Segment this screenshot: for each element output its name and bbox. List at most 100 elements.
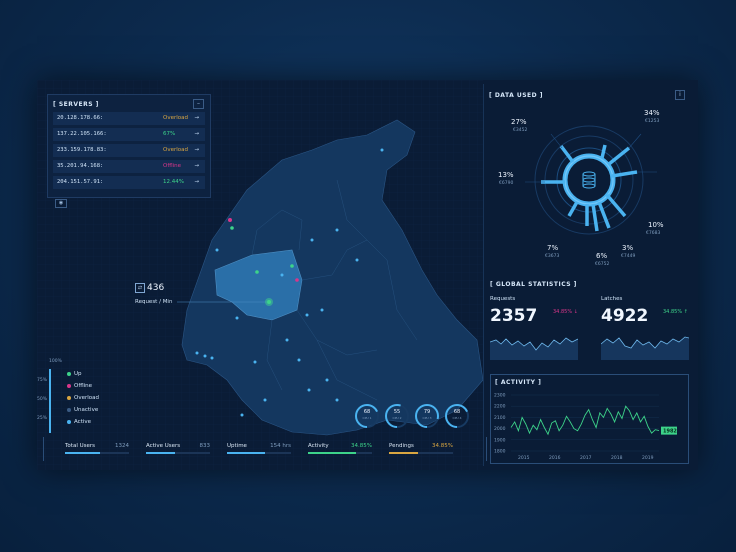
- metric-bar: [65, 452, 129, 454]
- legend-item-active: Active: [67, 419, 91, 425]
- cpu-gauge-value: 68: [363, 409, 371, 415]
- segment-val: €3673: [545, 254, 560, 259]
- arrow-right-icon: →: [194, 131, 199, 137]
- server-status: 12.44%: [163, 179, 184, 185]
- activity-x-tick: 2017: [580, 455, 592, 461]
- server-status: 67%: [163, 131, 176, 137]
- activity-chart: 2300 2200 2100 2000 1900 1800 2015 2016 2017 2018…: [494, 393, 677, 462]
- legend-item-overload: Overload: [67, 395, 99, 401]
- cpu-gauge-label: CPU 1: [362, 416, 372, 420]
- segment-pct: 10%: [648, 221, 664, 229]
- cpu-gauge-label: CPU 3: [422, 416, 432, 420]
- segment-pct: 6%: [596, 252, 608, 260]
- request-rate-value: 436: [147, 283, 165, 293]
- database-icon: [582, 171, 596, 189]
- server-row[interactable]: 137.22.105.166: 67% →: [53, 128, 205, 141]
- metric-total-users: Total Users 1324: [65, 440, 129, 462]
- metric-active-users: Active Users 833: [146, 440, 210, 462]
- global-stats-title: [ GLOBAL STATISTICS ]: [490, 281, 577, 288]
- cpu-gauge-value: 68: [453, 409, 461, 415]
- column-divider: [483, 84, 484, 466]
- info-icon[interactable]: i: [675, 90, 685, 100]
- server-status: Overload: [163, 115, 188, 121]
- activity-series-line: [510, 405, 660, 436]
- metric-value: 1324: [115, 443, 129, 449]
- arrow-right-icon: →: [194, 163, 199, 169]
- server-row[interactable]: 35.201.94.168: Offline →: [53, 160, 205, 173]
- segment-val: €6752: [595, 262, 610, 267]
- server-row[interactable]: 204.151.57.91: 12.44% →: [53, 176, 205, 189]
- activity-x-tick: 2015: [518, 455, 530, 461]
- metric-label: Total Users: [65, 443, 95, 449]
- legend-label: Offline: [74, 383, 93, 389]
- cpu-gauge-label: CPU 2: [392, 416, 402, 420]
- cpu-gauge-value: 55: [393, 409, 401, 415]
- segment-pct: 3%: [622, 244, 634, 252]
- latches-label: Latches: [601, 296, 623, 302]
- activity-y-tick: 2000: [494, 426, 506, 432]
- servers-title: [ SERVERS ]: [53, 101, 99, 108]
- requests-value: 2357: [490, 306, 538, 326]
- metric-bar: [227, 452, 291, 454]
- metric-bar: [308, 452, 372, 454]
- metric-bar: [146, 452, 210, 454]
- requests-change: 34.85% ↓: [553, 309, 578, 315]
- metric-fill: [227, 452, 266, 454]
- legend-item-offline: Offline: [67, 383, 92, 389]
- legend-label: Overload: [74, 395, 99, 401]
- bottom-metrics: Total Users 1324 Active Users 833 Uptime…: [43, 437, 487, 462]
- metric-label: Active Users: [146, 443, 181, 449]
- metric-value: 833: [199, 443, 211, 449]
- server-ip: 35.201.94.168:: [57, 163, 104, 169]
- segment-val: €6790: [499, 181, 514, 186]
- legend-label: Unactive: [74, 407, 99, 413]
- segment-pct: 7%: [547, 244, 559, 252]
- metric-uptime: Uptime 154 hrs: [227, 440, 291, 462]
- server-ip: 137.22.105.166:: [57, 131, 107, 137]
- request-rate-label: Request / Min: [135, 299, 173, 305]
- segment-pct: 34%: [644, 109, 660, 117]
- segment-val: €1253: [645, 119, 660, 124]
- activity-panel: [ ACTIVITY ] 2300 2200 2100 2000 1900 1800 201…: [490, 374, 689, 464]
- arrow-right-icon: →: [194, 147, 199, 153]
- segment-val: €7683: [646, 231, 661, 236]
- activity-x-tick: 2019: [642, 455, 654, 461]
- arrow-right-icon: →: [194, 115, 199, 121]
- legend-scale-label: 25%: [37, 416, 48, 421]
- activity-y-tick: 2200: [494, 404, 506, 410]
- cpu-gauge-value: 79: [423, 409, 431, 415]
- legend-scale-fill: [49, 369, 51, 433]
- activity-y-tick: 1800: [494, 449, 506, 455]
- legend-label: Up: [74, 371, 82, 377]
- server-ip: 204.151.57.91:: [57, 179, 104, 185]
- requests-label: Requests: [490, 296, 516, 302]
- legend-scale-top: 100%: [49, 359, 62, 364]
- server-status: Offline: [163, 163, 182, 169]
- metric-activity: Activity 34.85%: [308, 440, 372, 462]
- server-ip: 233.159.178.83:: [57, 147, 107, 153]
- activity-current-value: 1982: [663, 429, 677, 435]
- data-used-radial: [525, 125, 657, 235]
- metric-value: 34.85%: [432, 443, 453, 449]
- segment-pct: 27%: [511, 118, 527, 126]
- map-legend: 100% 75% 50% 25% Up Offline Overload Una…: [37, 359, 109, 433]
- eye-icon[interactable]: ◉: [55, 199, 67, 208]
- legend-label: Active: [74, 419, 92, 425]
- metric-pendings: Pendings 34.85%: [389, 440, 453, 462]
- metric-value: 154 hrs: [270, 443, 291, 449]
- server-row[interactable]: 20.128.178.66: Overload →: [53, 112, 205, 125]
- metric-label: Activity: [308, 443, 329, 449]
- collapse-icon[interactable]: –: [193, 99, 204, 109]
- metric-fill: [146, 452, 175, 454]
- servers-panel: [ SERVERS ] – 20.128.178.66: Overload → …: [47, 94, 211, 198]
- legend-scale-label: 50%: [37, 397, 48, 402]
- activity-y-tick: 2100: [494, 415, 506, 421]
- activity-y-tick: 1900: [494, 437, 506, 443]
- metric-fill: [389, 452, 418, 454]
- server-status: Overload: [163, 147, 188, 153]
- legend-scale-label: 75%: [37, 378, 48, 383]
- metric-label: Pendings: [389, 443, 414, 449]
- metric-bar: [389, 452, 453, 454]
- server-row[interactable]: 233.159.178.83: Overload →: [53, 144, 205, 157]
- data-used-title: [ DATA USED ]: [489, 92, 543, 99]
